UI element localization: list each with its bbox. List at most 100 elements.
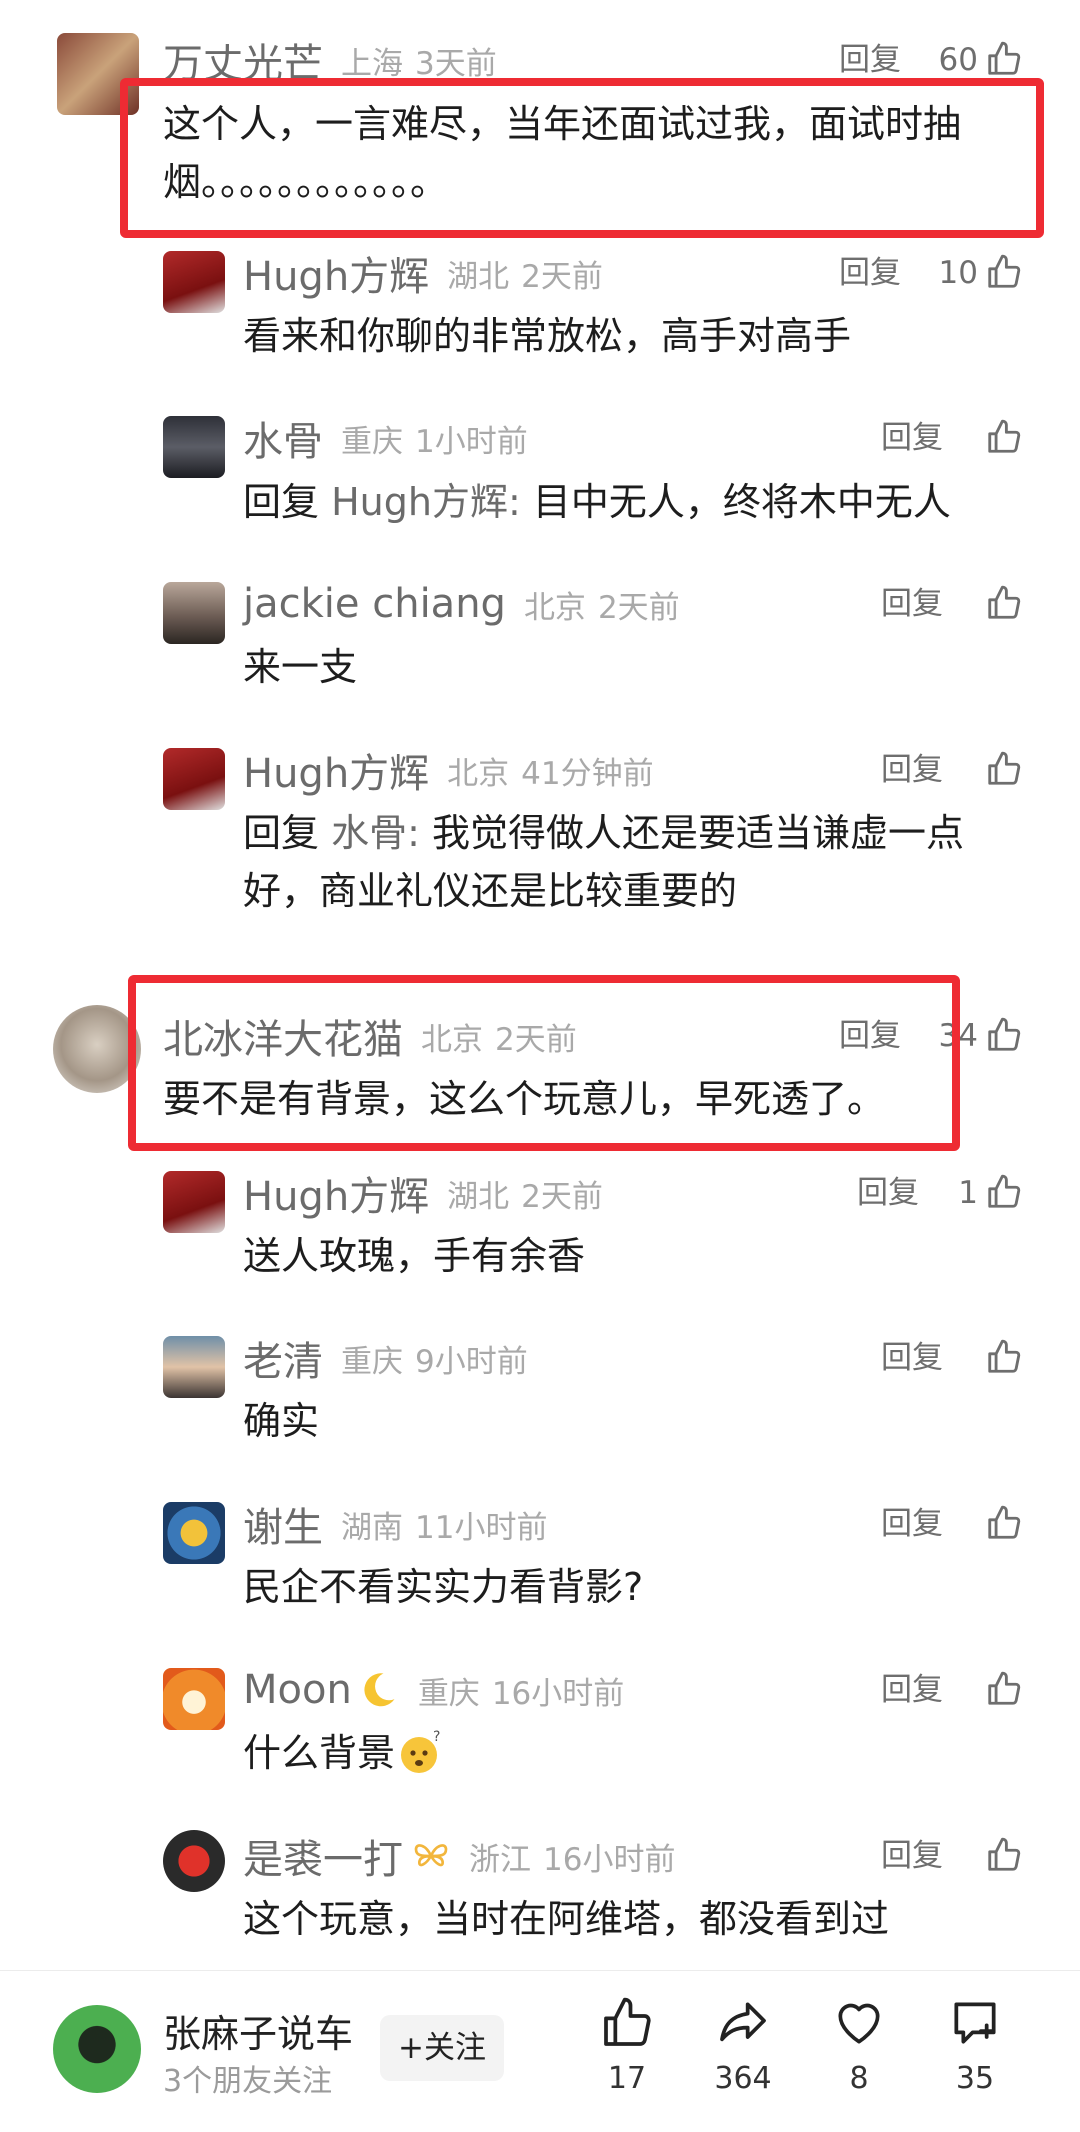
comment-text: 回复 Hugh方辉: 目中无人，终将木中无人 [243, 473, 1023, 531]
comment-action[interactable]: 35 [920, 1995, 1030, 2115]
comment-location: 上海 [341, 45, 403, 82]
comment-location: 湖北 [447, 258, 510, 295]
comment-text: 送人玫瑰，手有余香 [243, 1234, 586, 1278]
comment-count: 35 [955, 2061, 995, 2096]
avatar[interactable] [163, 748, 225, 810]
username[interactable]: jackie chiang [243, 581, 506, 627]
reply-button[interactable]: 回复 [881, 578, 943, 630]
comment-text: 回复 水骨: 我觉得做人还是要适当谦虚一点 好，商业礼仪还是比较重要的 [243, 804, 1043, 920]
author-followers: 3个朋友关注 [163, 2064, 333, 2099]
like-count: 10 [938, 255, 978, 291]
comment-time: 9小时前 [415, 1343, 528, 1380]
reply-to-username[interactable]: 水骨: [331, 811, 420, 855]
thumbs-up-icon[interactable] [985, 1836, 1023, 1874]
follow-button[interactable]: +关注 [380, 2015, 504, 2081]
username[interactable]: Moon [243, 1667, 352, 1713]
thumbs-up-icon[interactable] [985, 40, 1023, 78]
avatar[interactable] [163, 1336, 225, 1398]
thumbs-up-icon[interactable] [985, 1670, 1023, 1708]
comment-text: 看来和你聊的非常放松，高手对高手 [243, 314, 852, 358]
avatar[interactable] [163, 1502, 225, 1564]
comment-time: 16小时前 [491, 1675, 625, 1712]
avatar[interactable] [163, 416, 225, 478]
comment-header: 水骨 重庆 1小时前 [243, 409, 528, 467]
username[interactable]: 老清 [243, 1329, 323, 1387]
thumbs-up-icon[interactable] [985, 1016, 1023, 1054]
confused-emoji-icon: ? [401, 1729, 440, 1773]
username[interactable]: Hugh方辉 [243, 741, 429, 799]
reply-prefix: 回复 [243, 480, 332, 524]
reply-button[interactable]: 回复 [881, 412, 943, 464]
avatar[interactable] [163, 1668, 225, 1730]
thumbs-up-icon[interactable] [985, 1173, 1023, 1211]
thumbs-up-icon [604, 1997, 651, 2046]
username[interactable]: Hugh方辉 [243, 1164, 429, 1222]
thumbs-up-icon[interactable] [985, 1338, 1023, 1376]
reply-text-continued: 好，商业礼仪还是比较重要的 [243, 869, 738, 913]
thumbs-up-icon[interactable] [985, 253, 1023, 291]
reply-text: 目中无人，终将木中无人 [520, 480, 951, 524]
comment-text: 这个玩意，当时在阿维塔，都没看到过 [243, 1897, 890, 1941]
comment-location: 湖南 [341, 1509, 403, 1546]
username[interactable]: 是裘一打 [243, 1827, 403, 1885]
comment-time: 1小时前 [415, 423, 528, 460]
comment-time: 2天前 [521, 258, 603, 295]
like-count: 1 [958, 1175, 978, 1211]
author-name[interactable]: 张麻子说车 [163, 2003, 353, 2058]
thumbs-up-icon[interactable] [985, 750, 1023, 788]
avatar[interactable] [163, 251, 225, 313]
share-count: 364 [714, 2061, 772, 2096]
thumbs-up-icon[interactable] [985, 418, 1023, 456]
comment-header: Hugh方辉 湖北 2天前 [243, 244, 603, 302]
comment-header: 谢生 湖南 11小时前 [243, 1495, 547, 1553]
reply-button[interactable]: 回复 [881, 744, 943, 796]
comment-location: 北京 [447, 755, 510, 792]
reply-button[interactable]: 回复 [881, 1664, 943, 1716]
favorite-count: 8 [849, 2061, 869, 2096]
comment-location: 重庆 [341, 423, 403, 460]
favorite-action[interactable]: 8 [804, 1995, 914, 2115]
reply-button[interactable]: 回复 [881, 1332, 943, 1384]
comment-time: 16小时前 [543, 1841, 676, 1878]
comment-header: Hugh方辉 湖北 2天前 [243, 1164, 603, 1222]
author-avatar[interactable] [53, 2005, 141, 2093]
heart-icon [838, 2003, 880, 2044]
reply-button[interactable]: 回复 [881, 1498, 943, 1550]
share-action[interactable]: 364 [688, 1995, 798, 2115]
bottom-action-bar [0, 1970, 1080, 2132]
username[interactable]: 水骨 [243, 409, 323, 467]
comment-text: 什么背景 ? [243, 1724, 1023, 1782]
avatar[interactable] [163, 582, 225, 644]
comment-text: 民企不看实实力看背影? [243, 1565, 644, 1609]
comment-location: 北京 [523, 589, 586, 626]
svg-text:?: ? [433, 1729, 440, 1745]
comment-text-content: 什么背景 [243, 1731, 396, 1775]
username[interactable]: 谢生 [243, 1495, 323, 1553]
comment-time: 2天前 [597, 589, 680, 626]
comment-text: 确实 [243, 1399, 320, 1443]
thumbs-up-icon[interactable] [985, 584, 1023, 622]
comment-add-icon [954, 2002, 996, 2044]
moon-emoji-icon [364, 1673, 395, 1707]
thumbs-up-icon[interactable] [985, 1504, 1023, 1542]
comment-header: 是裘一打 浙江 16小时前 [243, 1827, 676, 1885]
comment-time: 3天前 [415, 45, 497, 82]
comment-location: 浙江 [469, 1841, 531, 1878]
comment-header: jackie chiang 北京 2天前 [243, 578, 680, 630]
comment-location: 重庆 [341, 1343, 403, 1380]
like-count: 17 [607, 2061, 647, 2096]
like-action[interactable]: 17 [572, 1995, 682, 2115]
comment-location: 重庆 [417, 1675, 480, 1712]
comment-location: 湖北 [447, 1178, 510, 1215]
comment-header: Moon 重庆 16小时前 [243, 1664, 624, 1716]
avatar[interactable] [163, 1830, 225, 1892]
butterfly-badge-icon [414, 1844, 448, 1867]
username[interactable]: Hugh方辉 [243, 244, 429, 302]
reply-button[interactable]: 回复 [839, 247, 901, 299]
highlight-box [128, 975, 960, 1151]
reply-text: 我觉得做人还是要适当谦虚一点 [419, 811, 964, 855]
reply-to-username[interactable]: Hugh方辉: [331, 480, 521, 524]
avatar[interactable] [163, 1171, 225, 1233]
highlight-box [120, 78, 1044, 238]
reply-button[interactable]: 回复 [881, 1830, 943, 1882]
